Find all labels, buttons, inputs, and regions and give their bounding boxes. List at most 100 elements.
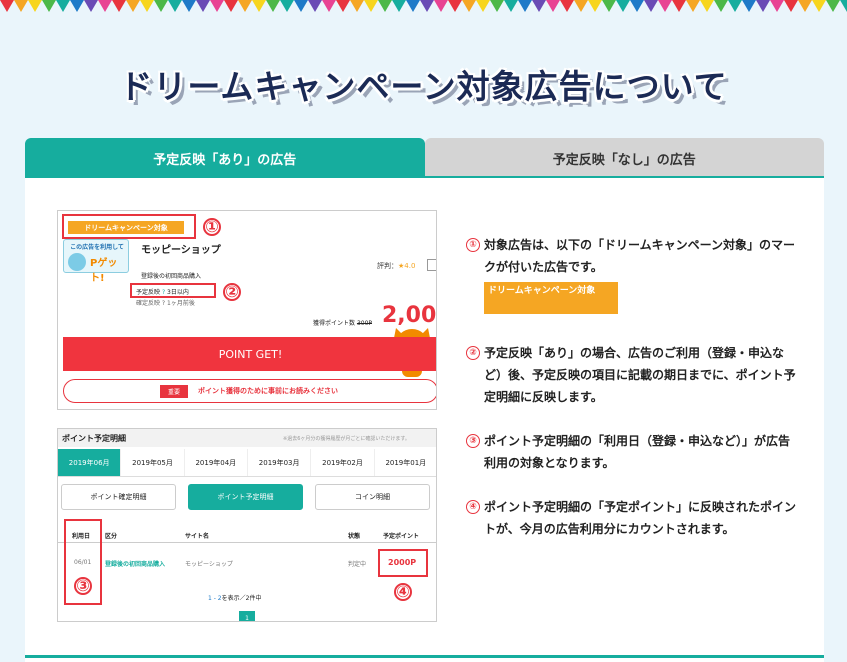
bunting-flag [588, 0, 602, 12]
bunting-flag [364, 0, 378, 12]
panel-divider [25, 655, 824, 658]
month-tabs: 2019年06月 2019年05月 2019年04月 2019年03月 2019… [58, 449, 436, 477]
bunting-flag [196, 0, 210, 12]
marker-3: ③ [74, 577, 92, 595]
explanation-item: ① 対象広告は、以下の「ドリームキャンペーン対象」のマークが付いた広告です。 [466, 234, 801, 278]
bunting-flag [322, 0, 336, 12]
month-tab[interactable]: 2019年04月 [185, 449, 248, 476]
marker-2: ② [223, 283, 241, 301]
bunting-flag [168, 0, 182, 12]
month-tab[interactable]: 2019年03月 [248, 449, 312, 476]
ad-detail-screenshot: ドリームキャンペーン対象 ① この広告を利用して Pゲット! モッピーショップ … [57, 210, 437, 410]
bunting-flag [700, 0, 714, 12]
bunting-flag [574, 0, 588, 12]
bunting-flag [546, 0, 560, 12]
bunting-flag [0, 0, 14, 12]
bunting-flag [70, 0, 84, 12]
point-get-button[interactable]: POINT GET! [63, 337, 436, 371]
bunting-flag [392, 0, 406, 12]
bunting-flag [336, 0, 350, 12]
notice-tag: 重要 [160, 384, 189, 398]
ad-badge-line2: Pゲット! [90, 258, 118, 284]
month-tab[interactable]: 2019年05月 [121, 449, 185, 476]
bunting-flag [812, 0, 826, 12]
marker-box-1 [62, 214, 196, 239]
bunting-flag [770, 0, 784, 12]
bunting-flag [602, 0, 616, 12]
row-site: モッピーショップ [185, 561, 233, 568]
bunting-flag [126, 0, 140, 12]
points-row: 獲得ポイント数 300P [313, 318, 372, 327]
bunting-flag [434, 0, 448, 12]
explanation-text: 対象広告は、以下の「ドリームキャンペーン対象」のマークが付いた広告です。 [484, 238, 796, 274]
pager-text: を表示／2件中 [221, 595, 262, 602]
bunting-flag [56, 0, 70, 12]
bunting-flag [490, 0, 504, 12]
page-button[interactable]: 1 [239, 611, 255, 621]
rating-label: 評判： [377, 262, 398, 270]
rating: 評判：★4.0 [377, 261, 415, 271]
bunting-flag [210, 0, 224, 12]
tab-scheduled-yes[interactable]: 予定反映「あり」の広告 [25, 138, 425, 178]
explanation-text: ポイント予定明細の「予定ポイント」に反映されたポイントが、今月の広告利用分にカウ… [484, 500, 797, 536]
point-schedule-screenshot: ポイント予定明細 ※過去6ヶ月分の獲得履歴が月ごとに確認いただけます。 2019… [57, 428, 437, 622]
explanation-number: ② [466, 346, 480, 360]
bunting-flag [756, 0, 770, 12]
explanation-item: ② 予定反映「あり」の場合、広告のご利用（登録・申込など）後、予定反映の項目に記… [466, 342, 801, 408]
tab-scheduled-no[interactable]: 予定反映「なし」の広告 [424, 138, 824, 178]
bunting-flag [658, 0, 672, 12]
bunting-flag [252, 0, 266, 12]
schedule-title: ポイント予定明細 [62, 434, 126, 443]
bunting-flag [532, 0, 546, 12]
bunting-flag [462, 0, 476, 12]
subtab-confirmed[interactable]: ポイント確定明細 [61, 484, 176, 510]
bunting-flag [504, 0, 518, 12]
condition-label: 登録後の初回商品購入 [141, 273, 202, 280]
marker-box-4 [378, 549, 428, 577]
bunting-flag [112, 0, 126, 12]
bunting-flag [280, 0, 294, 12]
bunting-flag [84, 0, 98, 12]
ad-badge-line1: この広告を利用して [70, 244, 124, 251]
month-tab[interactable]: 2019年01月 [375, 449, 436, 476]
bunting-flag [294, 0, 308, 12]
table-header: 利用日 区分 サイト名 状態 予定ポイント [58, 529, 436, 543]
bunting-flag [686, 0, 700, 12]
bunting-flag [420, 0, 434, 12]
bunting-flag [560, 0, 574, 12]
th-points: 予定ポイント [383, 533, 420, 540]
pager-range[interactable]: 1 - 2 [208, 595, 222, 602]
row-category[interactable]: 登録後の初回商品購入 [105, 559, 165, 568]
detail-subtabs: ポイント確定明細 ポイント予定明細 コイン明細 [58, 484, 436, 510]
bunting-flag [644, 0, 658, 12]
bunting-flag [182, 0, 196, 12]
subtab-coin[interactable]: コイン明細 [315, 484, 430, 510]
bunting-flag [798, 0, 812, 12]
bunting-flag [826, 0, 840, 12]
explanation-text: 予定反映「あり」の場合、広告のご利用（登録・申込など）後、予定反映の項目に記載の… [484, 346, 796, 404]
explanation-text: ポイント予定明細の「利用日（登録・申込など）」が広告利用の対象となります。 [484, 434, 791, 470]
bunting-flag [784, 0, 798, 12]
notice-bar[interactable]: 重要 ポイント獲得のために事前にお読みください [63, 379, 436, 403]
explanation-number: ④ [466, 500, 480, 514]
month-tab[interactable]: 2019年06月 [58, 449, 122, 476]
bunting-flag [672, 0, 686, 12]
explanation-number: ① [466, 238, 480, 252]
bunting-flag [238, 0, 252, 12]
bunting-flag [630, 0, 644, 12]
tab-bar: 予定反映「あり」の広告 予定反映「なし」の広告 [25, 138, 824, 178]
explanation-item: ④ ポイント予定明細の「予定ポイント」に反映されたポイントが、今月の広告利用分に… [466, 496, 801, 540]
bunting-flag [266, 0, 280, 12]
bunting-flag [742, 0, 756, 12]
subtab-scheduled[interactable]: ポイント予定明細 [188, 484, 303, 510]
bunting-flag [14, 0, 28, 12]
bunting-flag [28, 0, 42, 12]
explanation-number: ③ [466, 434, 480, 448]
marker-1: ① [203, 218, 221, 236]
shop-name: モッピーショップ [141, 245, 221, 256]
notice-text: ポイント獲得のために事前にお読みください [198, 387, 339, 395]
pager: 1 - 2を表示／2件中 [208, 593, 261, 602]
bunting-flag [728, 0, 742, 12]
points-old: 300P [356, 320, 373, 327]
month-tab[interactable]: 2019年02月 [311, 449, 375, 476]
